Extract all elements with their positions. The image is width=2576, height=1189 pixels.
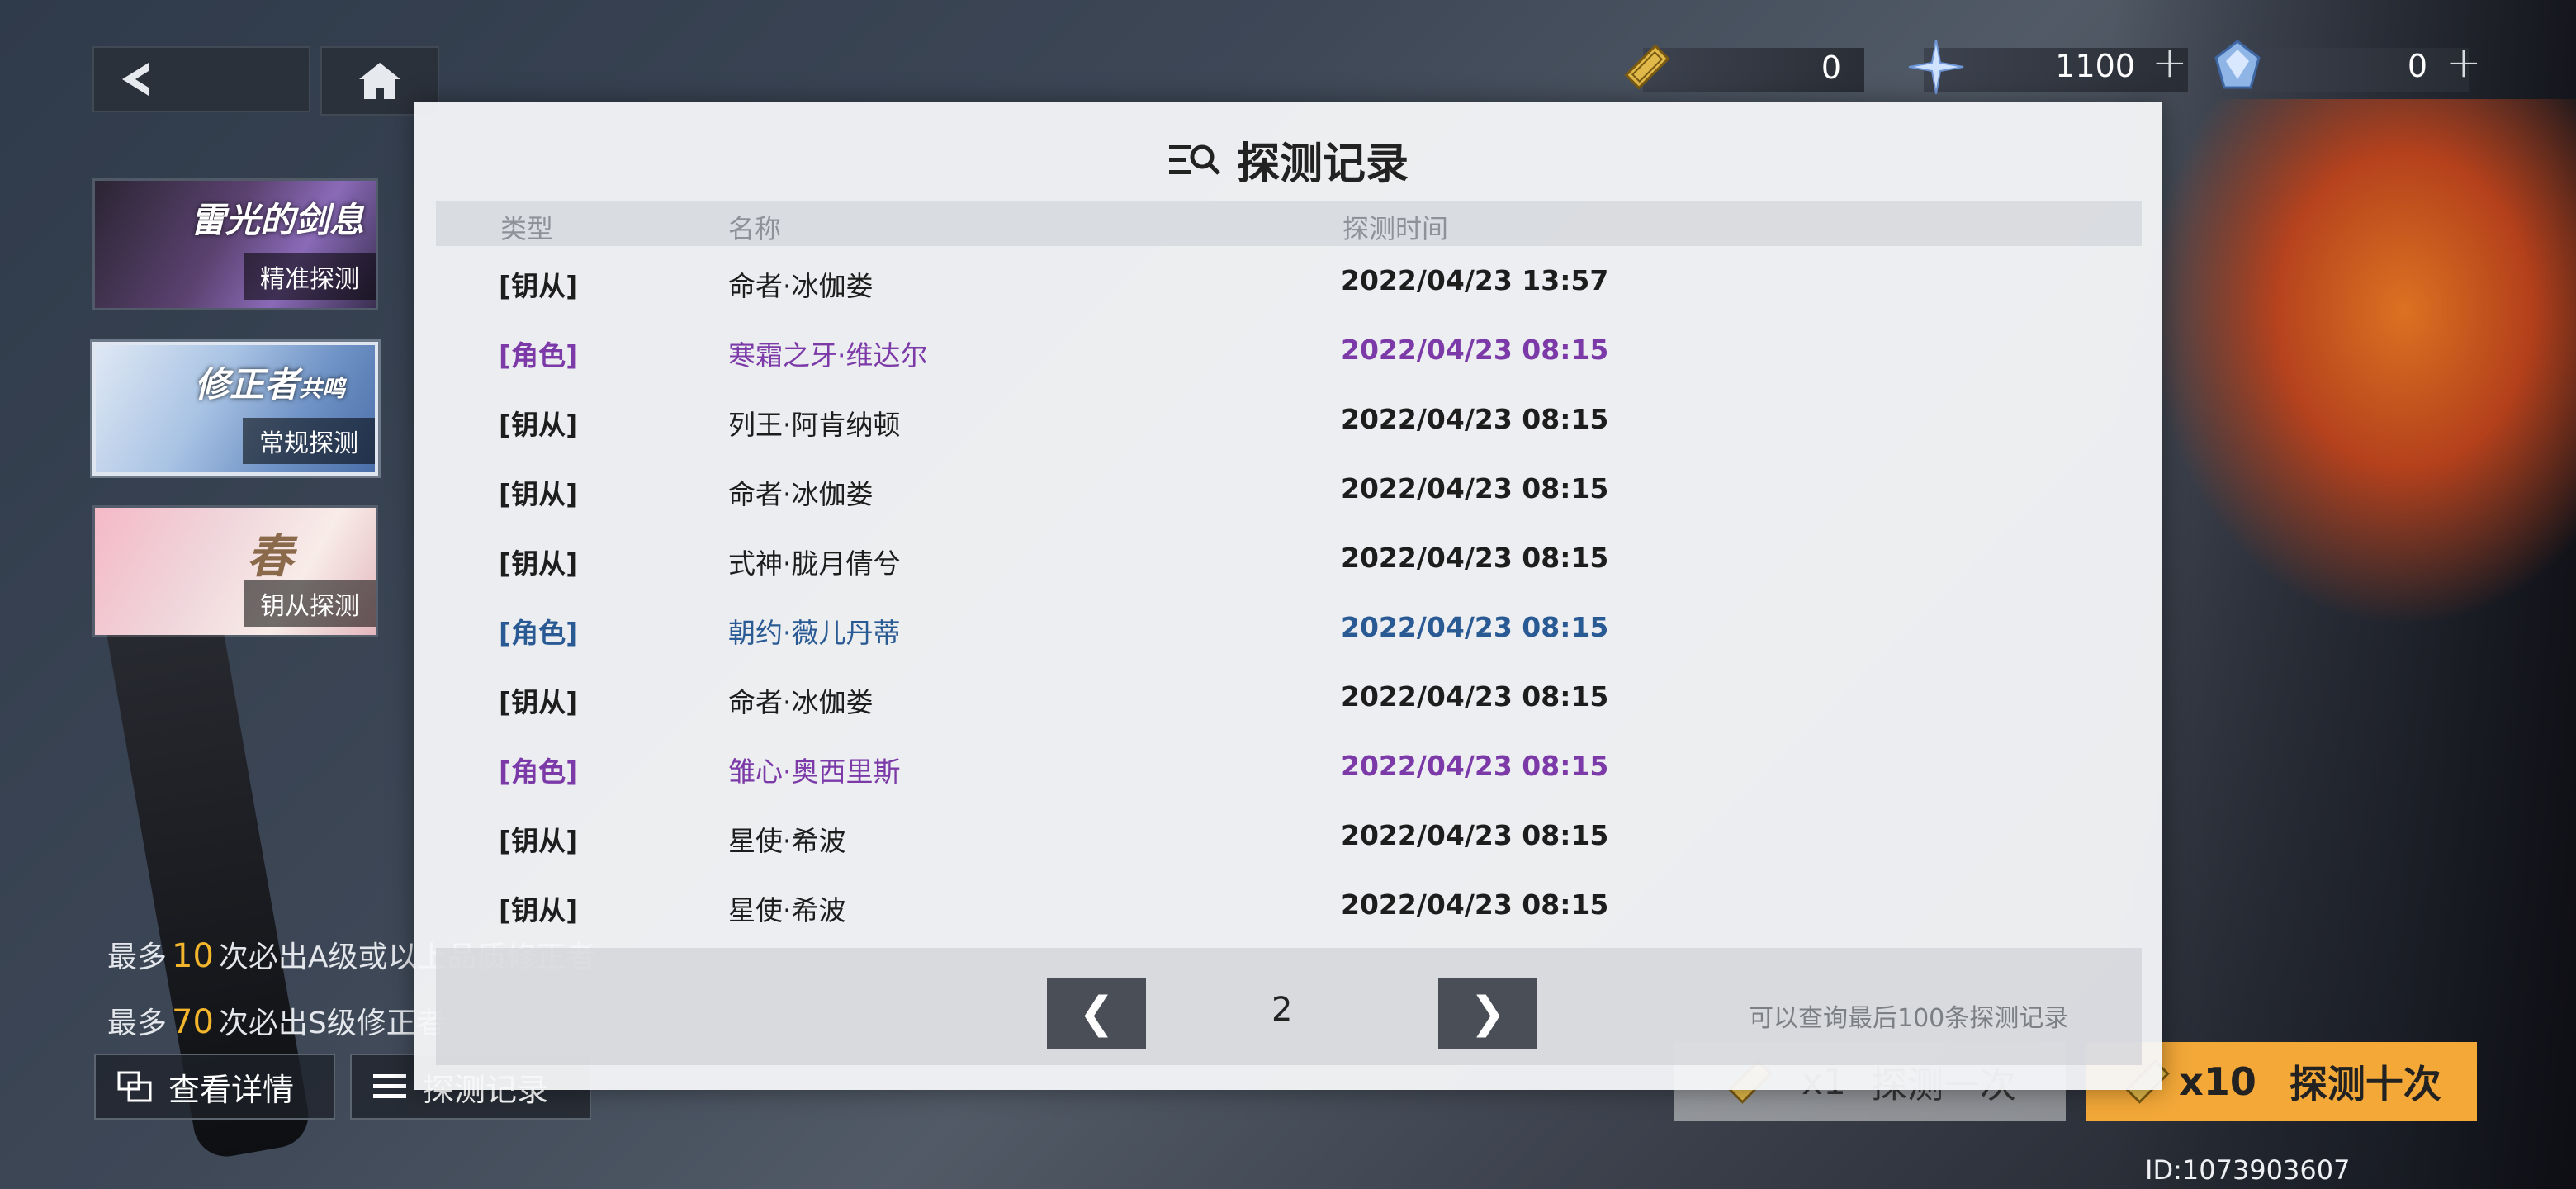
prev-page-button[interactable]: ❮ xyxy=(1047,978,1146,1049)
banner-title: 修正者共鸣 xyxy=(195,364,346,405)
back-arrow-icon xyxy=(122,63,149,96)
user-id: ID:1073903607 xyxy=(2145,1154,2351,1186)
row-name: 寒霜之牙·维达尔 xyxy=(728,339,928,372)
list-icon xyxy=(373,1074,406,1098)
table-row: [角色] 朝约·薇儿丹蒂 2022/04/23 08:15 xyxy=(414,593,2162,662)
row-time: 2022/04/23 08:15 xyxy=(1341,750,1609,782)
star-count: 1100 xyxy=(2055,48,2135,84)
banner-subtitle: 钥从探测 xyxy=(244,580,376,627)
page-number: 2 xyxy=(1271,991,1293,1029)
details-icon xyxy=(117,1071,152,1102)
pagination-bar: ❮ 2 ❯ 可以查询最后100条探测记录 xyxy=(436,948,2142,1065)
rule-line-s: 最多 70 次必出S级修正者 xyxy=(107,1003,446,1041)
row-type: [钥从] xyxy=(499,270,579,302)
row-name: 命者·冰伽娄 xyxy=(728,270,874,302)
header-type: 类型 xyxy=(500,213,554,244)
banner-title: 春 xyxy=(247,530,293,584)
header-name: 名称 xyxy=(728,213,782,244)
gem-add-button[interactable]: + xyxy=(2446,38,2482,88)
row-time: 2022/04/23 08:15 xyxy=(1341,680,1609,713)
banner-subtitle: 常规探测 xyxy=(243,418,375,464)
row-time: 2022/04/23 13:57 xyxy=(1341,264,1609,296)
table-row: [钥从] 列王·阿肯纳顿 2022/04/23 08:15 xyxy=(414,385,2162,454)
view-details-label: 查看详情 xyxy=(168,1071,295,1108)
row-type: [角色] xyxy=(499,339,579,372)
row-type: [钥从] xyxy=(499,409,579,441)
row-name: 命者·冰伽娄 xyxy=(728,686,874,718)
banner-precise-probe[interactable]: 雷光的剑息 精准探测 xyxy=(92,178,378,310)
blue-gem-icon xyxy=(2214,40,2261,89)
row-time: 2022/04/23 08:15 xyxy=(1341,403,1609,435)
draw-ten-label: 探测十次 xyxy=(2289,1062,2441,1106)
row-type: [钥从] xyxy=(499,478,579,510)
row-name: 雏心·奥西里斯 xyxy=(728,756,901,788)
banner-normal-probe[interactable]: 修正者共鸣 常规探测 xyxy=(90,339,381,478)
back-button[interactable] xyxy=(92,46,310,112)
ticket-icon xyxy=(1624,44,1670,90)
table-row: [钥从] 星使·希波 2022/04/23 08:15 xyxy=(414,870,2162,940)
table-row: [角色] 寒霜之牙·维达尔 2022/04/23 08:15 xyxy=(414,315,2162,385)
draw-ten-count: x10 xyxy=(2179,1059,2256,1104)
banner-title: 雷光的剑息 xyxy=(190,200,364,240)
banner-subtitle: 精准探测 xyxy=(244,253,376,300)
row-type: [钥从] xyxy=(499,825,579,857)
record-search-icon xyxy=(1168,144,1220,175)
row-name: 命者·冰伽娄 xyxy=(728,478,874,510)
row-name: 式神·胧月倩兮 xyxy=(728,547,901,580)
header-time: 探测时间 xyxy=(1342,213,1449,244)
row-name: 列王·阿肯纳顿 xyxy=(728,409,901,441)
table-row: [角色] 雏心·奥西里斯 2022/04/23 08:15 xyxy=(414,732,2162,801)
row-time: 2022/04/23 08:15 xyxy=(1341,611,1609,643)
row-type: [钥从] xyxy=(499,894,579,926)
row-time: 2022/04/23 08:15 xyxy=(1341,472,1609,504)
modal-title: 探测记录 xyxy=(414,129,2162,191)
row-name: 星使·希波 xyxy=(728,825,846,857)
table-row: [钥从] 命者·冰伽娄 2022/04/23 08:15 xyxy=(414,454,2162,523)
banner-key-probe[interactable]: 春 钥从探测 xyxy=(92,505,378,637)
table-row: [钥从] 星使·希波 2022/04/23 08:15 xyxy=(414,801,2162,870)
row-type: [钥从] xyxy=(499,547,579,580)
crystal-star-icon xyxy=(1908,39,1964,95)
probe-record-modal: 探测记录 类型 名称 探测时间 [钥从] 命者·冰伽娄 2022/04/23 1… xyxy=(414,102,2162,1090)
row-time: 2022/04/23 08:15 xyxy=(1341,888,1609,921)
row-type: [角色] xyxy=(499,617,579,649)
records-limit-note: 可以查询最后100条探测记录 xyxy=(1749,1004,2069,1033)
table-header: 类型 名称 探测时间 xyxy=(436,201,2142,246)
star-add-button[interactable]: + xyxy=(2152,38,2188,88)
ticket-count: 0 xyxy=(1821,50,1841,86)
view-details-button[interactable]: 查看详情 xyxy=(94,1054,335,1120)
row-name: 星使·希波 xyxy=(728,894,846,926)
row-name: 朝约·薇儿丹蒂 xyxy=(728,617,901,649)
row-time: 2022/04/23 08:15 xyxy=(1341,542,1609,574)
home-icon xyxy=(359,63,400,99)
row-time: 2022/04/23 08:15 xyxy=(1341,819,1609,851)
row-type: [角色] xyxy=(499,756,579,788)
next-page-button[interactable]: ❯ xyxy=(1438,978,1537,1049)
table-row: [钥从] 命者·冰伽娄 2022/04/23 08:15 xyxy=(414,662,2162,732)
table-row: [钥从] 式神·胧月倩兮 2022/04/23 08:15 xyxy=(414,523,2162,593)
background-art-orange xyxy=(2147,99,2576,628)
row-time: 2022/04/23 08:15 xyxy=(1341,334,1609,366)
row-type: [钥从] xyxy=(499,686,579,718)
table-row: [钥从] 命者·冰伽娄 2022/04/23 13:57 xyxy=(414,246,2162,315)
gem-count: 0 xyxy=(2407,48,2427,84)
